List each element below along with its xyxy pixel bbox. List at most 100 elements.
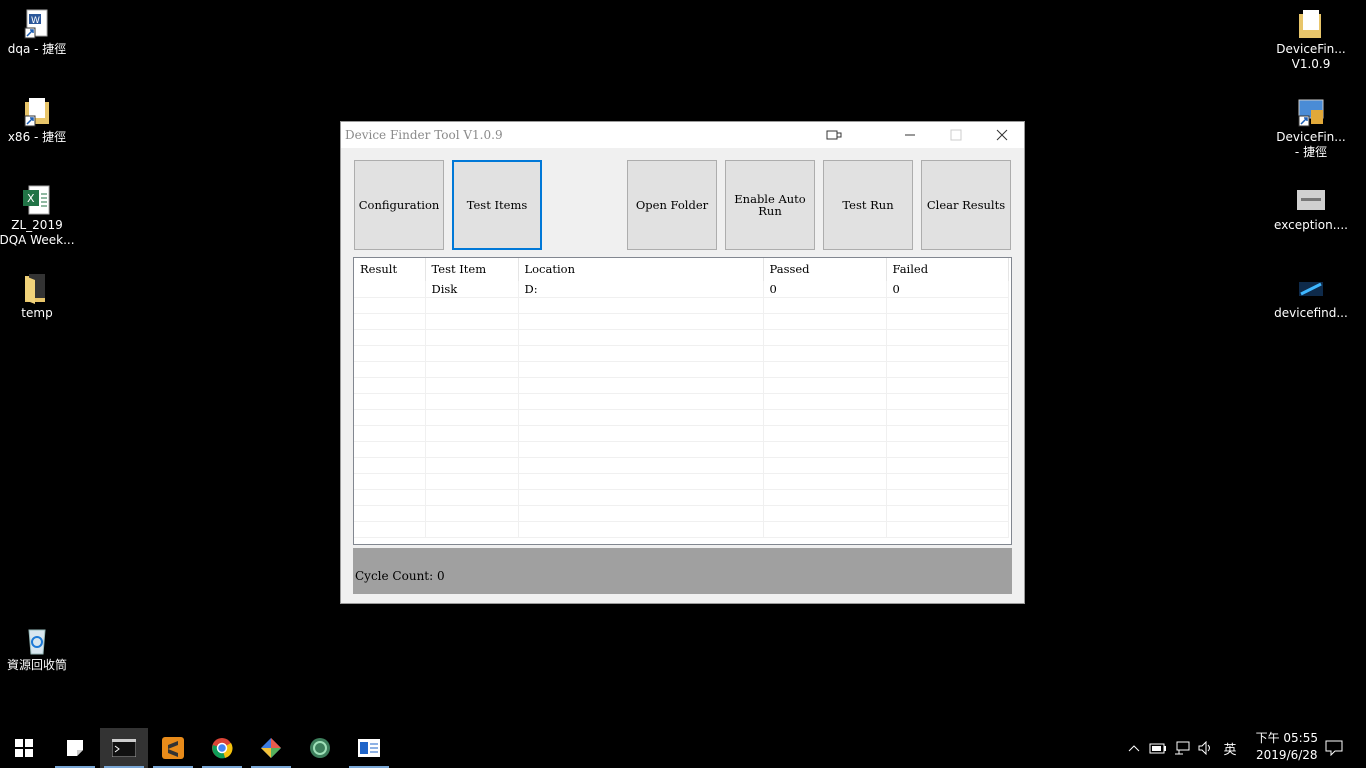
taskbar-app-sublime[interactable] bbox=[149, 728, 197, 768]
desktop-icon-devicefind[interactable]: devicefind... bbox=[1273, 272, 1349, 321]
notification-icon[interactable] bbox=[1322, 728, 1346, 768]
test-items-button[interactable]: Test Items bbox=[452, 160, 542, 250]
table-cell-empty bbox=[886, 473, 1009, 490]
table-row-empty[interactable] bbox=[354, 297, 1009, 314]
device-icon[interactable] bbox=[811, 122, 857, 148]
desktop-icon-x86[interactable]: x86 - 捷徑 bbox=[0, 96, 75, 145]
excel-file-icon: X bbox=[21, 184, 53, 216]
table-cell-empty bbox=[518, 377, 764, 394]
column-header-failed[interactable]: Failed bbox=[886, 258, 1009, 281]
table-row-empty[interactable] bbox=[354, 361, 1009, 378]
test-run-button[interactable]: Test Run bbox=[823, 160, 913, 250]
enable-auto-run-button[interactable]: Enable Auto Run bbox=[725, 160, 815, 250]
table-cell-empty bbox=[425, 329, 519, 346]
column-header-passed[interactable]: Passed bbox=[763, 258, 887, 281]
table-row-empty[interactable] bbox=[354, 377, 1009, 394]
table-cell-empty bbox=[425, 425, 519, 442]
desktop-icon-devicefinder-folder[interactable]: DeviceFin... V1.0.9 bbox=[1273, 8, 1349, 72]
results-table[interactable]: Result Test Item Location Passed Failed … bbox=[353, 257, 1012, 545]
table-cell-empty bbox=[886, 505, 1009, 522]
table-row-empty[interactable] bbox=[354, 489, 1009, 506]
network-icon[interactable] bbox=[1172, 728, 1192, 768]
column-header-result[interactable]: Result bbox=[354, 258, 426, 281]
table-cell-empty bbox=[886, 457, 1009, 474]
table-cell-empty bbox=[886, 361, 1009, 378]
minimize-icon[interactable] bbox=[887, 122, 933, 148]
close-icon[interactable] bbox=[979, 122, 1025, 148]
taskbar-clock[interactable]: 下午 05:55 2019/6/28 bbox=[1256, 730, 1318, 764]
window-title: Device Finder Tool V1.0.9 bbox=[345, 128, 503, 142]
table-row-empty[interactable] bbox=[354, 313, 1009, 330]
desktop-icon-temp[interactable]: temp bbox=[0, 272, 75, 321]
folder-icon bbox=[1295, 8, 1327, 40]
chrome-icon bbox=[212, 738, 233, 759]
table-row-empty[interactable] bbox=[354, 505, 1009, 522]
taskbar-app-chrome[interactable] bbox=[198, 728, 246, 768]
table-cell-empty bbox=[886, 297, 1009, 314]
taskbar-app-git[interactable] bbox=[247, 728, 295, 768]
table-cell-empty bbox=[425, 489, 519, 506]
window-app-icon bbox=[358, 739, 380, 757]
table-row-empty[interactable] bbox=[354, 393, 1009, 410]
table-row-empty[interactable] bbox=[354, 441, 1009, 458]
desktop-icon-label: V1.0.9 bbox=[1291, 57, 1331, 71]
table-cell-empty bbox=[354, 505, 426, 522]
taskbar-app-sticky-notes[interactable] bbox=[51, 728, 99, 768]
table-cell-empty bbox=[518, 505, 764, 522]
desktop-icon-dqa[interactable]: W dqa - 捷徑 bbox=[0, 8, 75, 57]
table-cell-empty bbox=[763, 345, 887, 362]
ime-indicator[interactable]: 英 bbox=[1220, 728, 1240, 768]
table-row-empty[interactable] bbox=[354, 425, 1009, 442]
anaconda-icon bbox=[310, 738, 330, 758]
table-row-empty[interactable] bbox=[354, 457, 1009, 474]
table-cell-empty bbox=[886, 377, 1009, 394]
desktop-icon-devicefinder-shortcut[interactable]: DeviceFin... - 捷徑 bbox=[1273, 96, 1349, 160]
table-cell-empty bbox=[763, 361, 887, 378]
taskbar-app-device-finder[interactable] bbox=[345, 728, 393, 768]
clear-results-button[interactable]: Clear Results bbox=[921, 160, 1011, 250]
desktop-icon-recycle-bin[interactable]: 資源回收筒 bbox=[0, 624, 75, 673]
table-cell-empty bbox=[425, 345, 519, 362]
clock-time: 下午 05:55 bbox=[1255, 731, 1318, 745]
column-header-location[interactable]: Location bbox=[518, 258, 764, 281]
terminal-icon bbox=[112, 739, 136, 757]
table-cell-empty bbox=[886, 425, 1009, 442]
start-button[interactable] bbox=[0, 728, 48, 768]
sticky-notes-icon bbox=[67, 740, 83, 756]
table-cell-empty bbox=[354, 345, 426, 362]
table-row-empty[interactable] bbox=[354, 345, 1009, 362]
taskbar: 英 下午 05:55 2019/6/28 bbox=[0, 728, 1366, 768]
table-row-empty[interactable] bbox=[354, 473, 1009, 490]
table-cell-empty bbox=[425, 441, 519, 458]
clock-date: 2019/6/28 bbox=[1256, 748, 1318, 762]
table-row-empty[interactable] bbox=[354, 409, 1009, 426]
table-cell-empty bbox=[425, 377, 519, 394]
table-cell-empty bbox=[886, 409, 1009, 426]
desktop-icon-label: ZL_2019 bbox=[11, 218, 63, 232]
taskbar-app-terminal[interactable] bbox=[100, 728, 148, 768]
table-cell-empty bbox=[354, 297, 426, 314]
table-cell-empty bbox=[518, 297, 764, 314]
table-cell-empty bbox=[518, 457, 764, 474]
desktop-icon-label: - 捷徑 bbox=[1294, 145, 1328, 159]
table-row[interactable]: Disk D: 0 0 bbox=[354, 281, 1009, 298]
table-cell-empty bbox=[425, 313, 519, 330]
table-cell-empty bbox=[425, 361, 519, 378]
window-titlebar[interactable]: Device Finder Tool V1.0.9 bbox=[341, 122, 1024, 148]
chevron-up-icon[interactable] bbox=[1124, 728, 1144, 768]
open-folder-button[interactable]: Open Folder bbox=[627, 160, 717, 250]
table-row-empty[interactable] bbox=[354, 329, 1009, 346]
device-finder-window: Device Finder Tool V1.0.9 Configuration … bbox=[340, 121, 1025, 604]
column-header-test-item[interactable]: Test Item bbox=[425, 258, 519, 281]
windows-logo-icon bbox=[15, 739, 33, 757]
volume-icon[interactable] bbox=[1196, 728, 1216, 768]
table-header-row: Result Test Item Location Passed Failed bbox=[354, 258, 1009, 281]
cell-test-item: Disk bbox=[425, 281, 519, 298]
desktop-icon-exception[interactable]: exception.... bbox=[1273, 184, 1349, 233]
battery-icon[interactable] bbox=[1148, 728, 1168, 768]
table-row-empty[interactable] bbox=[354, 521, 1009, 538]
configuration-button[interactable]: Configuration bbox=[354, 160, 444, 250]
table-cell-empty bbox=[518, 441, 764, 458]
taskbar-app-anaconda[interactable] bbox=[296, 728, 344, 768]
desktop-icon-zl2019[interactable]: X ZL_2019 DQA Week... bbox=[0, 184, 75, 248]
